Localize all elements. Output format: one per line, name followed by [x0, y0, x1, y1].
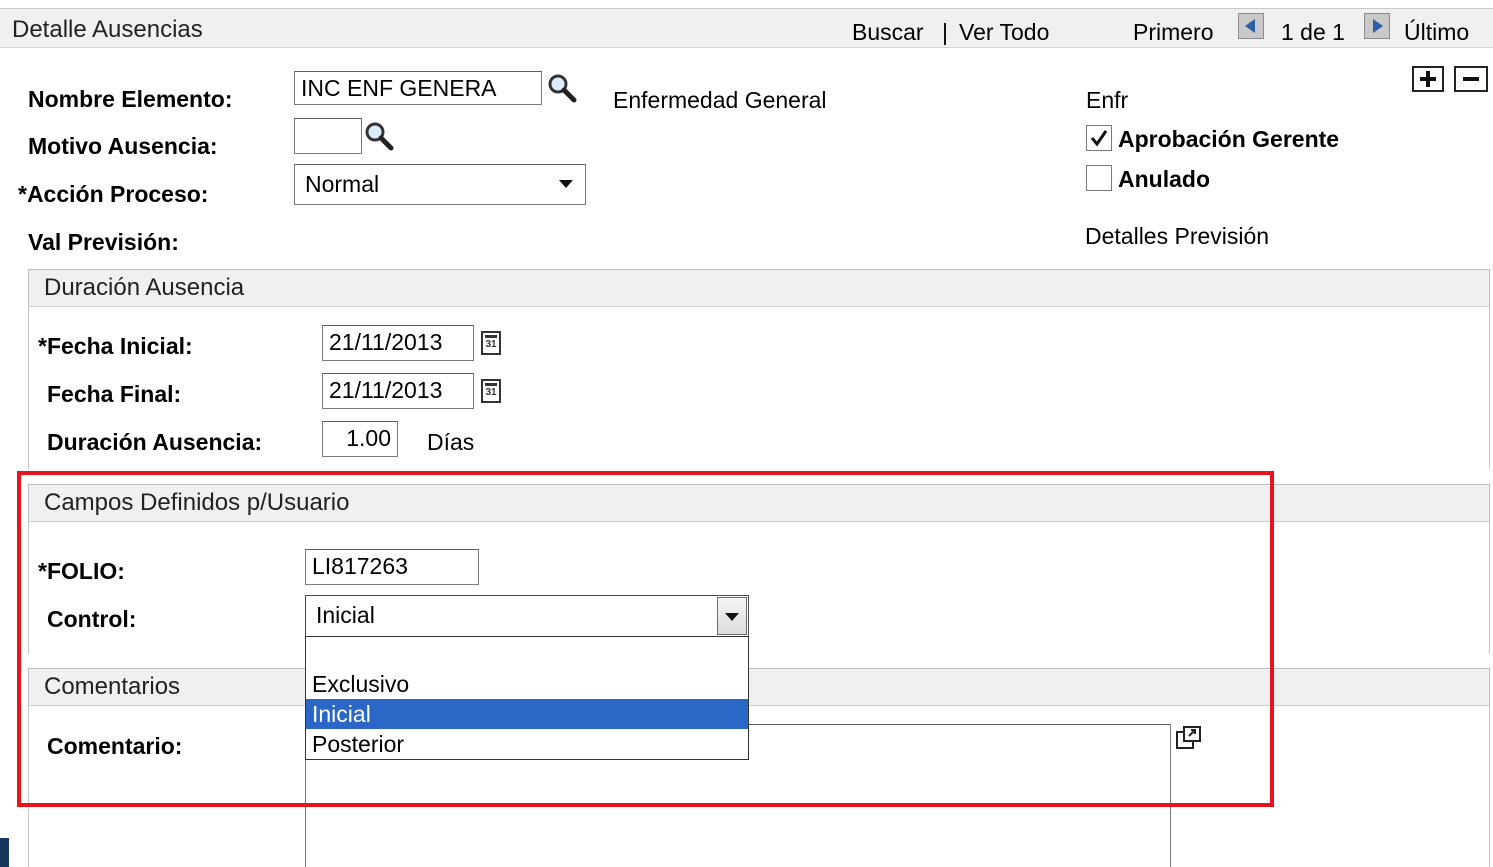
campos-group-header: Campos Definidos p/Usuario: [28, 484, 1490, 522]
comentario-label: Comentario:: [47, 733, 183, 759]
duracion-unit: Días: [427, 429, 475, 455]
minus-icon[interactable]: [1454, 66, 1488, 92]
calendar-icon[interactable]: 31: [481, 379, 501, 403]
motivo-ausencia-label: Motivo Ausencia:: [28, 133, 218, 159]
folio-input[interactable]: LI817263: [305, 549, 479, 585]
row-counter: 1 de 1: [1281, 19, 1345, 45]
calendar-icon[interactable]: 31: [481, 331, 501, 355]
header-separator: |: [942, 19, 948, 45]
checkmark-icon: [1090, 130, 1108, 147]
control-option-inicial[interactable]: Inicial: [306, 699, 748, 729]
detalles-prevision-link[interactable]: Detalles Previsión: [1085, 223, 1269, 250]
aprobacion-gerente-checkbox[interactable]: [1086, 125, 1112, 151]
nombre-elemento-description: Enfermedad General: [613, 87, 827, 113]
control-option-blank[interactable]: [306, 639, 748, 669]
arrow-left-icon[interactable]: [1238, 13, 1264, 39]
duracion-input[interactable]: 1.00: [322, 421, 398, 457]
control-value: Inicial: [316, 602, 375, 628]
chevron-down-icon: [559, 180, 573, 188]
fecha-final-input[interactable]: 21/11/2013: [322, 373, 474, 409]
duracion-group-header: Duración Ausencia: [28, 269, 1490, 307]
control-dropdown-list: Exclusivo Inicial Posterior: [305, 636, 749, 760]
fecha-inicial-input[interactable]: 21/11/2013: [322, 325, 474, 361]
accion-proceso-select[interactable]: Normal: [294, 164, 586, 205]
folio-label: *FOLIO:: [38, 558, 125, 584]
control-option-exclusivo[interactable]: Exclusivo: [306, 669, 748, 699]
duracion-label: Duración Ausencia:: [47, 429, 263, 455]
arrow-right-icon[interactable]: [1364, 13, 1390, 39]
magnifier-icon[interactable]: [364, 121, 394, 151]
comentarios-group-header: Comentarios: [28, 668, 1490, 706]
control-option-posterior[interactable]: Posterior: [306, 729, 748, 759]
control-select[interactable]: Inicial: [305, 595, 749, 637]
header-bar: [0, 8, 1493, 48]
expand-icon[interactable]: [1174, 725, 1204, 751]
plus-icon[interactable]: [1412, 66, 1444, 92]
control-dropdown-button[interactable]: [717, 597, 747, 635]
accion-proceso-value: Normal: [305, 171, 380, 197]
last-link[interactable]: Último: [1404, 19, 1469, 46]
anulado-checkbox[interactable]: [1086, 165, 1112, 191]
search-link[interactable]: Buscar: [852, 19, 924, 46]
accion-proceso-label: *Acción Proceso:: [18, 181, 209, 207]
fecha-inicial-label: *Fecha Inicial:: [38, 333, 193, 359]
magnifier-icon[interactable]: [547, 73, 577, 103]
val-prevision-label: Val Previsión:: [28, 229, 179, 255]
view-all-link[interactable]: Ver Todo: [959, 19, 1049, 46]
nombre-elemento-label: Nombre Elemento:: [28, 86, 233, 112]
nombre-elemento-short: Enfr: [1086, 87, 1129, 113]
fecha-final-label: Fecha Final:: [47, 381, 182, 407]
first-link[interactable]: Primero: [1133, 19, 1214, 46]
control-label: Control:: [47, 606, 137, 632]
nombre-elemento-input[interactable]: INC ENF GENERA: [294, 71, 542, 105]
anulado-label: Anulado: [1118, 166, 1210, 192]
aprobacion-gerente-label: Aprobación Gerente: [1118, 126, 1340, 152]
edge-accent: [0, 838, 9, 867]
motivo-ausencia-input[interactable]: [294, 118, 362, 154]
page-title: Detalle Ausencias: [12, 16, 203, 43]
chevron-down-icon: [725, 613, 739, 621]
